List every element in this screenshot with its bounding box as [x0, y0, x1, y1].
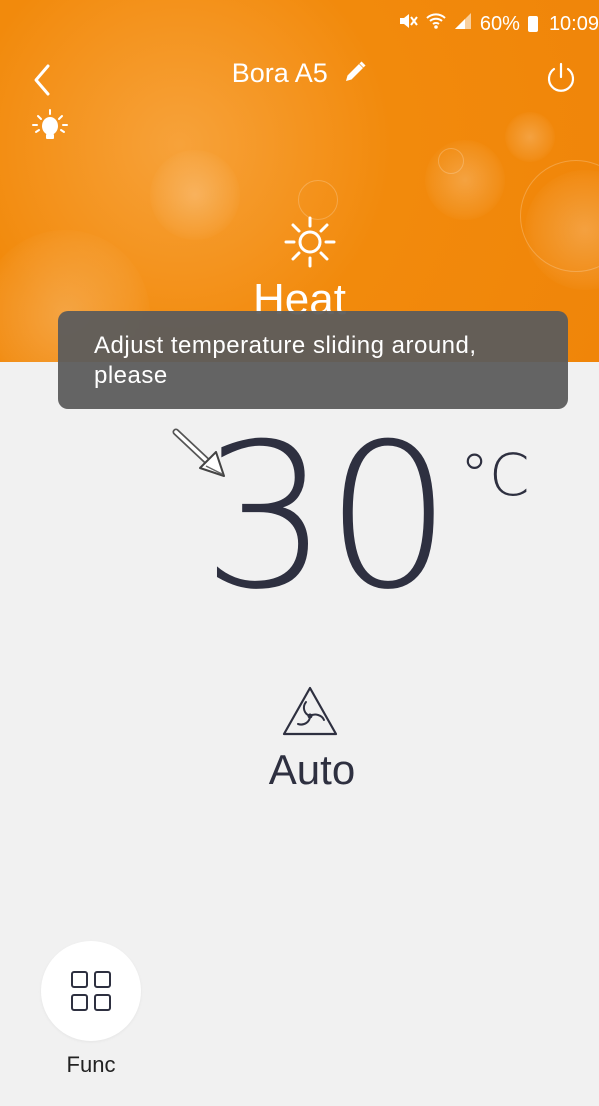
hint-toast: Adjust temperature sliding around, pleas… [58, 311, 568, 409]
func-label: Func [66, 1052, 116, 1077]
app-screen: 60% 10:09 Bora A5 Heat Adjust temperatur… [0, 0, 599, 1106]
temperature-unit: °C [460, 441, 530, 509]
signal-icon [454, 12, 472, 36]
decorative-ring [438, 148, 464, 174]
decorative-ring [520, 160, 599, 272]
fan-icon[interactable] [280, 684, 340, 738]
pencil-icon[interactable] [343, 60, 367, 91]
mute-icon [398, 12, 418, 36]
clock: 10:09 [548, 12, 599, 35]
device-title[interactable]: Bora A5 [0, 58, 599, 91]
decorative-bubble [425, 140, 505, 220]
fan-mode-label[interactable]: Auto [0, 742, 599, 798]
status-bar: 60% 10:09 [398, 4, 599, 44]
power-button[interactable] [543, 60, 579, 96]
battery-percent: 60% [479, 12, 520, 35]
grid-icon [71, 971, 111, 1011]
wifi-icon [426, 12, 446, 36]
mode-header[interactable]: 60% 10:09 Bora A5 Heat [0, 0, 599, 362]
device-name: Bora A5 [231, 58, 328, 88]
decorative-bubble [150, 150, 240, 240]
sun-icon [282, 214, 338, 270]
decorative-bubble [505, 112, 555, 162]
temperature-value[interactable]: 30 [200, 418, 453, 618]
light-bulb-icon[interactable] [30, 108, 70, 142]
battery-icon [527, 16, 538, 32]
func-button[interactable] [41, 941, 141, 1041]
power-icon [547, 62, 575, 92]
top-nav: Bora A5 [0, 52, 599, 102]
